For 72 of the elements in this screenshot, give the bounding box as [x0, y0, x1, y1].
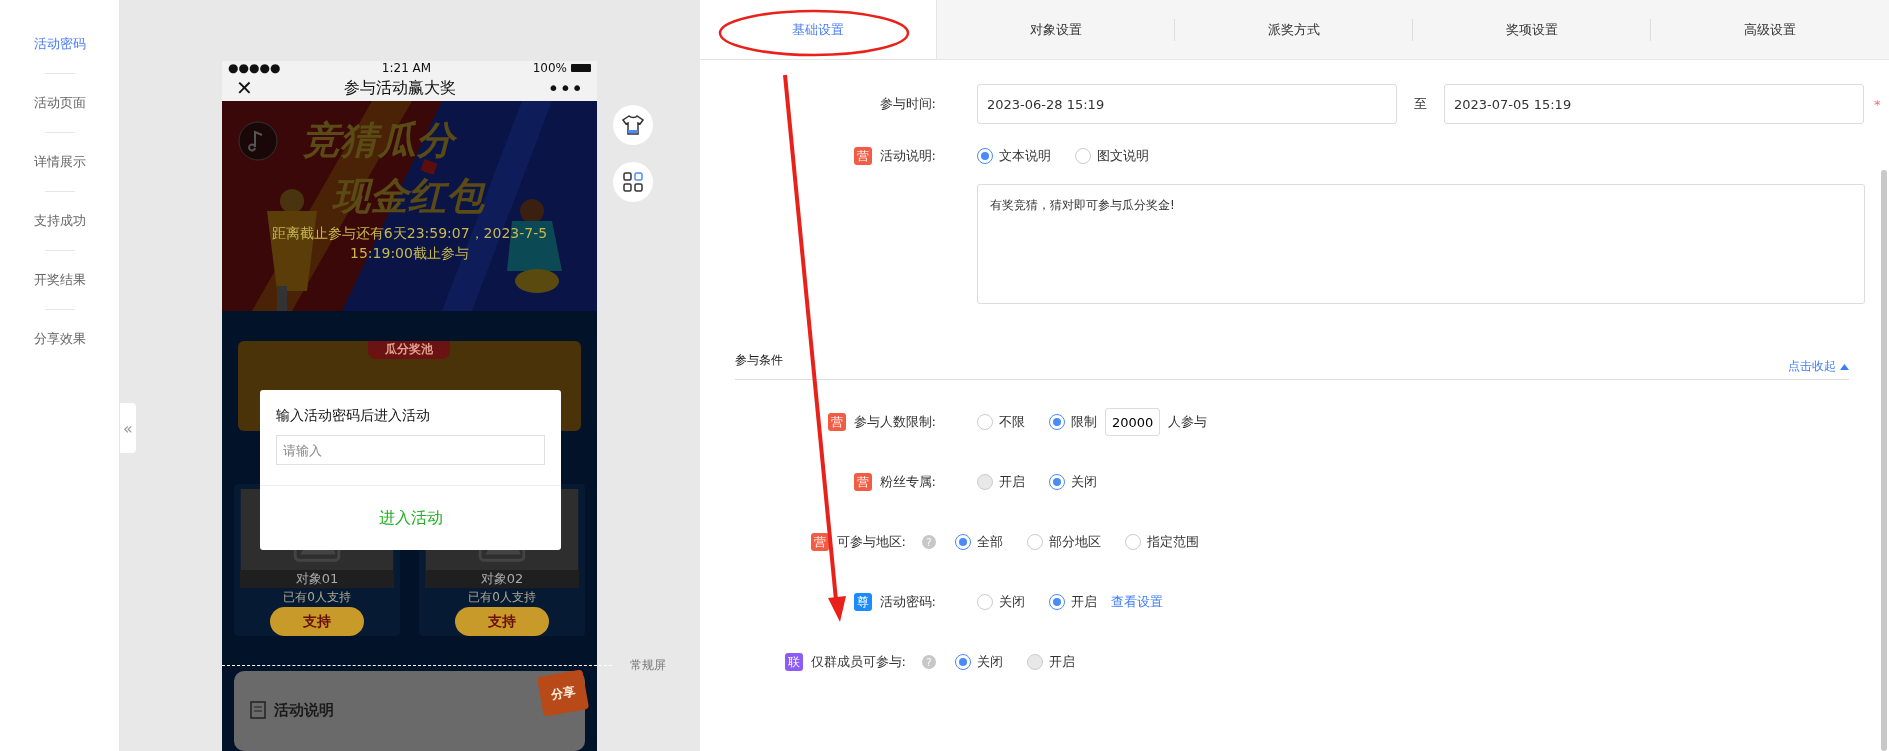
- supporter-count: 已有0人支持: [283, 589, 351, 607]
- range-separator: 至: [1413, 95, 1428, 113]
- sidebar-item[interactable]: 支持成功: [33, 209, 86, 233]
- more-button[interactable]: •••: [547, 76, 583, 100]
- page-title: 参与活动赢大奖: [344, 77, 457, 99]
- document-icon: [250, 701, 266, 719]
- field-label: 粉丝专属:: [879, 473, 936, 491]
- support-button[interactable]: 支持: [270, 607, 364, 636]
- radio-option[interactable]: 图文说明: [1075, 147, 1149, 165]
- sidebar-item[interactable]: 开奖结果: [33, 268, 86, 292]
- radio-option[interactable]: 关闭: [977, 593, 1025, 611]
- field-label: 参与时间:: [879, 95, 936, 113]
- marketing-badge: 营: [853, 147, 872, 165]
- field-label: 活动密码:: [879, 593, 936, 611]
- limit-suffix: 人参与: [1168, 413, 1208, 431]
- object-name: 对象02: [425, 570, 579, 589]
- feature-badge: 联: [784, 653, 803, 671]
- description-field[interactable]: 有奖竞猜，猜对即可参与瓜分奖金!: [977, 184, 1865, 304]
- field-label: 可参与地区:: [836, 533, 906, 551]
- signal-indicator: ●●●●●: [228, 61, 281, 75]
- radio-option[interactable]: 全部: [955, 533, 1003, 551]
- battery-icon: [571, 64, 591, 72]
- field-label: 仅群成员可参与:: [810, 653, 906, 671]
- countdown-text: 距离截止参与还有6天23:59:07，2023-7-5 15:19:00截止参与: [270, 224, 549, 263]
- settings-tab[interactable]: 对象设置: [937, 0, 1174, 59]
- radio-option[interactable]: 文本说明: [977, 147, 1051, 165]
- shirt-icon: [622, 115, 644, 135]
- start-date-field[interactable]: 2023-06-28 15:19: [977, 84, 1397, 124]
- field-label: 活动说明:: [879, 147, 936, 165]
- settings-tab[interactable]: 奖项设置: [1413, 0, 1650, 59]
- theme-button[interactable]: [613, 105, 653, 145]
- section-title: 活动说明: [274, 701, 334, 720]
- radio-option[interactable]: 部分地区: [1027, 533, 1101, 551]
- password-field[interactable]: 请输入: [276, 435, 545, 465]
- status-time: 1:21 AM: [381, 61, 432, 75]
- field-label: 参与人数限制:: [853, 413, 936, 431]
- radio-option[interactable]: 开启: [1049, 593, 1097, 611]
- object-name: 对象01: [240, 570, 394, 589]
- dialog-title: 输入活动密码后进入活动: [275, 406, 431, 425]
- radio-option[interactable]: 限制: [1049, 413, 1097, 431]
- radio-option[interactable]: 关闭: [955, 653, 1003, 671]
- settings-tab[interactable]: 高级设置: [1651, 0, 1888, 59]
- music-icon[interactable]: [238, 121, 278, 161]
- prize-pool-label: 瓜分奖池: [368, 341, 450, 359]
- sidebar-item[interactable]: 分享效果: [33, 327, 86, 351]
- caret-up-icon: [1840, 363, 1849, 370]
- radio-option[interactable]: 不限: [977, 413, 1025, 431]
- required-mark: *: [1874, 96, 1881, 112]
- battery-level: 100%: [532, 61, 567, 75]
- layout-button[interactable]: [613, 162, 653, 202]
- view-settings-link[interactable]: 查看设置: [1111, 593, 1163, 611]
- collapse-link[interactable]: 点击收起: [1788, 358, 1849, 375]
- settings-tab[interactable]: 派奖方式: [1175, 0, 1412, 59]
- sidebar-item[interactable]: 活动页面: [33, 91, 86, 115]
- sidebar-item[interactable]: 活动密码: [33, 32, 86, 56]
- screen-label: 常规屏: [630, 657, 666, 674]
- feature-badge: 尊: [853, 593, 872, 611]
- section-title: 参与条件: [735, 352, 783, 369]
- supporter-count: 已有0人支持: [468, 589, 536, 607]
- feature-badge: 营: [827, 413, 846, 431]
- feature-badge: 营: [853, 473, 872, 491]
- close-button[interactable]: ✕: [236, 76, 253, 100]
- radio-option[interactable]: 关闭: [1049, 473, 1097, 491]
- grid-icon: [623, 172, 643, 192]
- radio-option[interactable]: 指定范围: [1125, 533, 1199, 551]
- limit-field[interactable]: 20000: [1105, 408, 1161, 436]
- settings-tab[interactable]: 基础设置: [700, 0, 937, 59]
- support-button[interactable]: 支持: [455, 607, 549, 636]
- sidebar-item[interactable]: 详情展示: [33, 150, 86, 174]
- feature-badge: 营: [810, 533, 829, 551]
- scrollbar[interactable]: [1881, 170, 1887, 751]
- end-date-field[interactable]: 2023-07-05 15:19: [1444, 84, 1864, 124]
